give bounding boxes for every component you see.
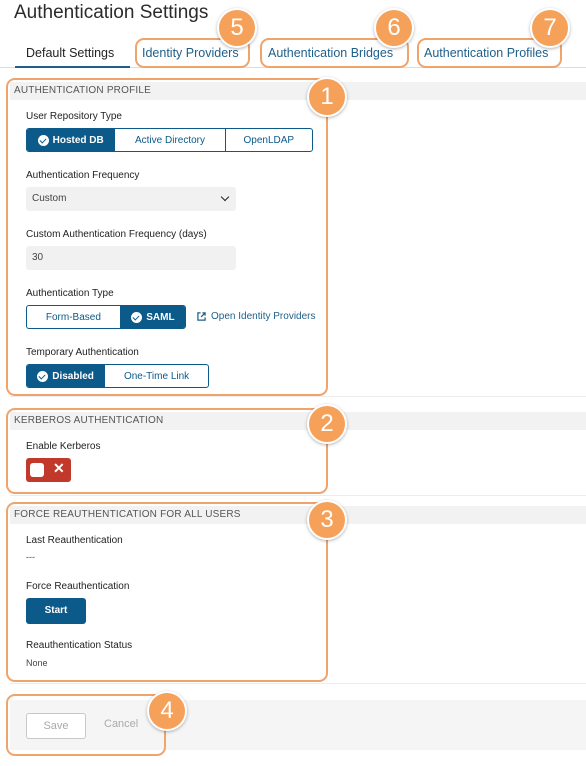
callout-box-3: [6, 502, 328, 682]
tab-default-settings[interactable]: Default Settings: [26, 46, 114, 60]
callout-badge-4: 4: [147, 691, 187, 731]
active-tab-indicator: [15, 66, 130, 68]
callout-box-1: [6, 78, 328, 396]
callout-badge-7: 7: [530, 8, 570, 48]
callout-box-4: [6, 694, 166, 756]
callout-badge-6: 6: [374, 8, 414, 48]
callout-badge-3: 3: [307, 500, 347, 540]
callout-badge-5: 5: [217, 8, 257, 48]
callout-badge-2: 2: [307, 404, 347, 444]
callout-box-2: [6, 408, 328, 494]
callout-badge-1: 1: [307, 77, 347, 117]
page-title: Authentication Settings: [14, 2, 209, 23]
